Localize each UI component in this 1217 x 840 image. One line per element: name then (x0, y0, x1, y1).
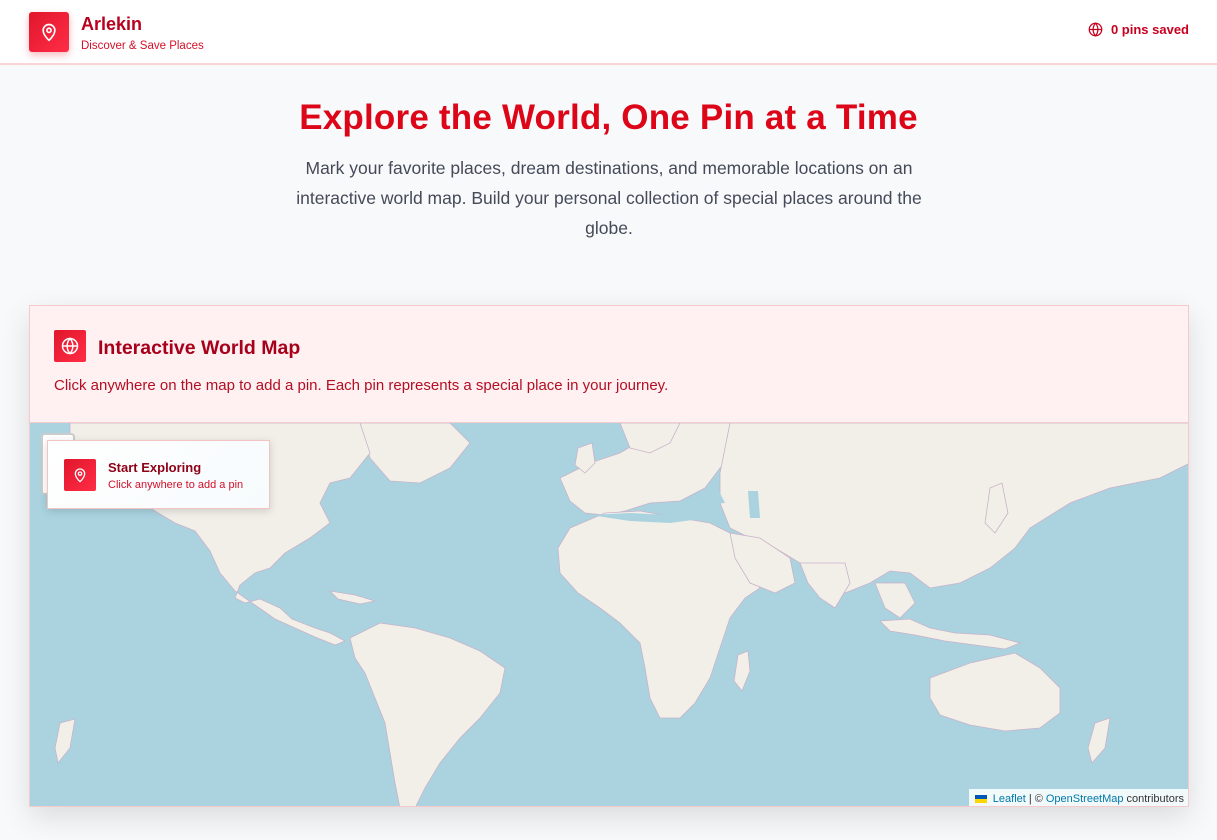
landmass-africa (557, 510, 761, 719)
landmass-india (799, 562, 851, 609)
landmass-madagascar (733, 650, 751, 692)
globe-icon (1088, 22, 1103, 37)
map-card-description: Click anywhere on the map to add a pin. … (54, 377, 669, 394)
map-pin-icon (64, 459, 96, 491)
pins-saved-counter: 0 pins saved (1088, 22, 1189, 37)
brand-name[interactable]: Arlekin (81, 14, 142, 35)
start-exploring-title: Start Exploring (108, 460, 202, 475)
globe-icon (54, 330, 86, 362)
leaflet-link[interactable]: Leaflet (993, 793, 1026, 805)
landmass-greenland (359, 423, 471, 484)
landmass-caribbean (328, 590, 376, 605)
hero-title: Explore the World, One Pin at a Time (299, 98, 918, 137)
map-pin-icon[interactable] (29, 12, 69, 52)
landmass-new-zealand-left (54, 718, 76, 764)
landmass-se-asia (874, 582, 916, 619)
black-sea (695, 493, 725, 505)
landmass-indonesia (879, 618, 1022, 650)
pins-saved-label: 0 pins saved (1110, 22, 1189, 37)
attribution-separator: | © (1028, 792, 1043, 805)
map-card-title: Interactive World Map (98, 337, 301, 359)
landmass-new-zealand (1087, 717, 1111, 764)
brand-tagline: Discover & Save Places (81, 40, 204, 52)
openstreetmap-link[interactable]: OpenStreetMap (1046, 793, 1124, 805)
attribution-suffix: contributors (1126, 792, 1184, 805)
world-map[interactable]: Start Exploring Click anywhere to add a … (30, 423, 1188, 806)
map-card-header: Interactive World Map Click anywhere on … (30, 306, 1188, 423)
map-attribution: Leaflet | © OpenStreetMap contributors (968, 789, 1188, 806)
map-card: Interactive World Map Click anywhere on … (29, 305, 1189, 807)
start-exploring-subtitle: Click anywhere to add a pin (108, 479, 244, 491)
ukraine-flag-icon (974, 794, 987, 803)
landmass-australia (929, 652, 1061, 732)
start-exploring-popup: Start Exploring Click anywhere to add a … (47, 440, 270, 509)
caspian-sea (748, 491, 760, 518)
landmass-south-america (349, 622, 506, 806)
app-header: Arlekin Discover & Save Places 0 pins sa… (0, 0, 1217, 65)
hero-subtitle: Mark your favorite places, dream destina… (296, 158, 922, 238)
